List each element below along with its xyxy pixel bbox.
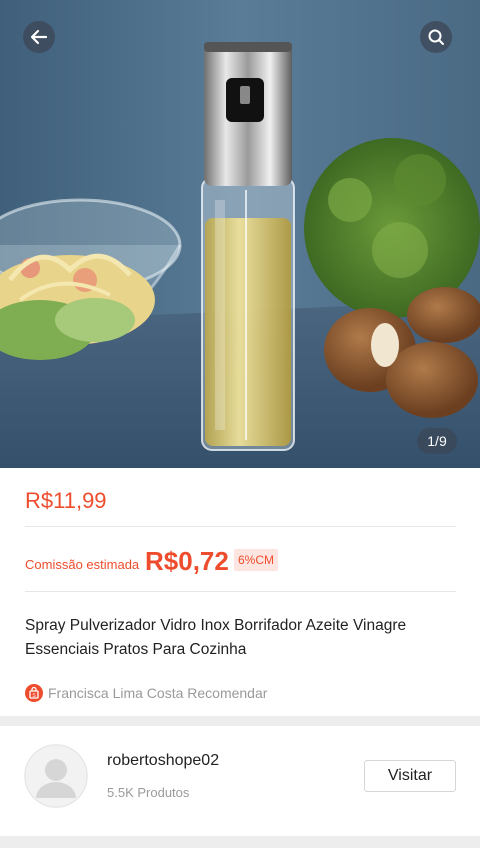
- shop-avatar[interactable]: [24, 744, 88, 808]
- search-icon: [428, 29, 444, 45]
- divider: [25, 591, 456, 592]
- product-image-gallery[interactable]: 1/9: [0, 0, 480, 468]
- back-button[interactable]: [23, 21, 55, 53]
- recommender-name: Francisca Lima Costa Recomendar: [48, 685, 268, 701]
- commission-label: Comissão estimada: [25, 557, 140, 572]
- image-counter: 1/9: [417, 428, 457, 454]
- product-price: R$11,99: [25, 488, 107, 513]
- divider: [25, 526, 456, 527]
- visit-shop-button[interactable]: Visitar: [364, 760, 456, 792]
- recommender-row[interactable]: S Francisca Lima Costa Recomendar: [25, 684, 267, 702]
- shop-product-count: 5.5K Produtos: [107, 785, 190, 800]
- commission-value: R$0,72: [145, 546, 229, 576]
- product-photo: [0, 0, 480, 468]
- product-title: Spray Pulverizador Vidro Inox Borrifador…: [25, 617, 407, 658]
- commission-badge: 6%CM: [234, 549, 279, 571]
- search-button[interactable]: [420, 21, 452, 53]
- shopee-bag-icon: S: [25, 684, 43, 702]
- arrow-left-icon: [30, 29, 48, 45]
- user-avatar-icon: [24, 744, 88, 808]
- shop-name[interactable]: robertoshope02: [107, 752, 219, 770]
